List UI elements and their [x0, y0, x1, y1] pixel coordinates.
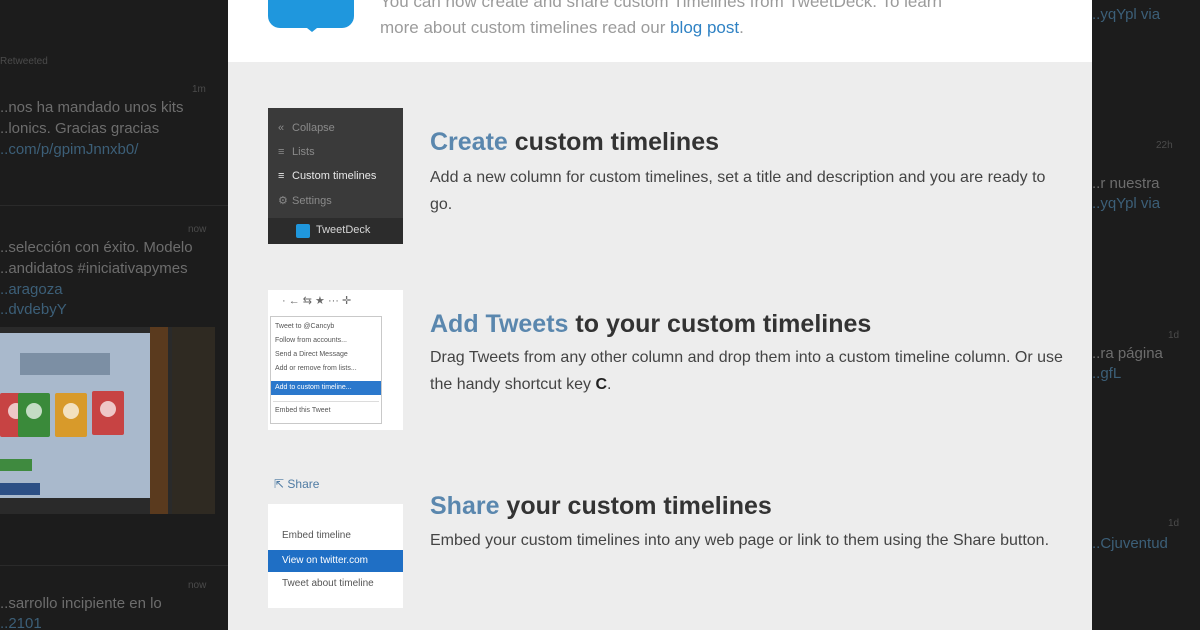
slide-tile [92, 391, 124, 435]
menu-item-custom-timelines: ≡ Custom timelines [278, 170, 376, 182]
tweet-text: ..r nuestra [1092, 175, 1160, 192]
divider [0, 565, 228, 566]
tweet-action-menu: Tweet to @Cancyb Follow from accounts...… [270, 316, 382, 424]
share-icon: ⇱ [274, 477, 288, 491]
menu-item-label: Settings [292, 195, 332, 207]
menu-row: Embed this Tweet [275, 407, 331, 414]
tweet-link[interactable]: ..Cjuventud [1092, 534, 1168, 554]
tweet-actions-toolbar: · ← ⇆ ★ ··· ✛ [282, 295, 352, 307]
tweet-text: ..aragoza [0, 281, 63, 298]
feature-title: Share your custom timelines [430, 492, 772, 521]
tweet-time: 1d [1168, 518, 1180, 529]
slide-tile [18, 393, 50, 437]
title-rest: to your custom timelines [568, 310, 872, 338]
tweet-text: ..lonics. Gracias gracias [0, 120, 160, 137]
menu-row-add-to-custom-timeline: Add to custom timeline... [271, 381, 381, 395]
menu-row: Follow from accounts... [275, 337, 347, 344]
feature-share: ⇱ Share Embed timeline View on twitter.c… [268, 468, 1068, 608]
wall-trim [150, 327, 168, 514]
feature-description: Add a new column for custom timelines, s… [430, 169, 1046, 213]
lists-icon: ≡ [278, 146, 285, 158]
share-label: Share [287, 477, 320, 491]
gear-icon: ⚙ [278, 195, 288, 207]
share-menu-row: Embed timeline [282, 530, 351, 541]
add-tweets-thumbnail: · ← ⇆ ★ ··· ✛ Tweet to @Cancyb Follow fr… [268, 290, 403, 430]
menu-item-settings: ⚙ Settings [278, 194, 332, 207]
slide-bar [0, 483, 40, 495]
feature-add-tweets: · ← ⇆ ★ ··· ✛ Tweet to @Cancyb Follow fr… [268, 290, 1068, 430]
tweet-time: 1m [192, 84, 206, 95]
tweet-time: now [188, 224, 207, 235]
title-rest: custom timelines [507, 128, 719, 156]
feature-description: Drag Tweets from any other column and dr… [430, 344, 1070, 398]
menu-item-lists: ≡ Lists [278, 146, 315, 158]
share-button: ⇱ Share [268, 468, 403, 498]
wall-frame [172, 327, 215, 514]
modal-header: You can now create and share custom Time… [228, 0, 1092, 62]
create-timeline-thumbnail: « Collapse ≡ Lists ≡ Custom timelines ⚙ Sett… [268, 108, 403, 244]
share-menu-row-view-on-twitter: View on twitter.com [268, 550, 403, 572]
background-column-right: ..yqYpl via 22h ..r nuestra ..yqYpl via … [1092, 0, 1200, 630]
tweet-link[interactable]: ..gfL [1092, 364, 1121, 384]
menu-item-collapse: « Collapse [278, 122, 335, 134]
title-highlight: Share [430, 492, 500, 520]
logo-tail [302, 24, 322, 32]
tweet-link[interactable]: ..dvdebyY [0, 300, 67, 320]
tweet-time: 22h [1156, 140, 1173, 151]
feature-create: « Collapse ≡ Lists ≡ Custom timelines ⚙ Sett… [268, 108, 1068, 248]
tweet-text: ..2101 [0, 615, 42, 630]
share-menu-row: Tweet about timeline [282, 578, 374, 589]
intro-line: more about custom timelines read our blo… [380, 15, 1060, 41]
tweet-text: ..ra página [1092, 345, 1163, 362]
tweet-text: ..selección con éxito. Modelo [0, 239, 193, 256]
feature-title: Add Tweets to your custom timelines [430, 310, 871, 339]
description-suffix: . [607, 376, 612, 393]
divider [0, 205, 228, 206]
tweet-link[interactable]: ..yqYpl via [1092, 194, 1160, 214]
footer-label: TweetDeck [316, 224, 371, 236]
projected-slide [0, 333, 150, 498]
menu-row: Tweet to @Cancyb [275, 323, 335, 330]
description-text: Drag Tweets from any other column and dr… [430, 349, 1063, 393]
menu-row: Send a Direct Message [275, 351, 348, 358]
custom-timelines-modal: You can now create and share custom Time… [228, 0, 1092, 630]
menu-separator [273, 401, 379, 402]
retweet-meta: Retweeted [0, 56, 48, 67]
slide-tile [55, 393, 87, 437]
intro-line: You can now create and share custom Time… [380, 0, 942, 11]
timeline-icon: ≡ [278, 170, 285, 182]
share-menu: Embed timeline View on twitter.com Tweet… [268, 504, 403, 608]
intro-text-prefix: more about custom timelines read our [380, 18, 666, 37]
tweet-time: now [188, 580, 207, 591]
title-highlight: Create [430, 128, 508, 156]
slide-header [20, 353, 110, 375]
tweet-link[interactable]: ..yqYpl via [1092, 5, 1160, 25]
tweet-photo[interactable] [0, 327, 215, 514]
background-column-left: Retweeted 1m ..nos ha mandado unos kits … [0, 0, 228, 630]
tweet-link[interactable]: ..com/p/gpimJnnxb0/ [0, 140, 138, 160]
shortcut-key: C [595, 376, 607, 393]
collapse-icon: « [278, 122, 285, 134]
intro-text-suffix: . [739, 18, 744, 37]
feature-title: Create custom timelines [430, 128, 719, 157]
blog-post-link[interactable]: blog post [670, 18, 739, 37]
tweetdeck-footer: TweetDeck [268, 218, 403, 244]
menu-item-label: Collapse [292, 122, 335, 134]
title-highlight: Add Tweets [430, 310, 569, 338]
share-timeline-thumbnail: ⇱ Share Embed timeline View on twitter.c… [268, 468, 403, 608]
menu-item-label: Custom timelines [292, 170, 377, 182]
tweet-text: ..nos ha mandado unos kits [0, 99, 184, 116]
tweet-time: 1d [1168, 330, 1180, 341]
twitter-bird-icon [296, 224, 310, 238]
intro-text: You can now create and share custom Time… [380, 0, 1060, 41]
menu-item-label: Lists [292, 146, 315, 158]
tweet-text: ..sarrollo incipiente en lo [0, 595, 162, 612]
feature-description: Embed your custom timelines into any web… [430, 532, 1050, 549]
tweet-text: ..andidatos #iniciativapymes [0, 260, 188, 277]
menu-row: Add or remove from lists... [275, 365, 357, 372]
title-rest: your custom timelines [499, 492, 772, 520]
slide-tag [0, 459, 32, 471]
